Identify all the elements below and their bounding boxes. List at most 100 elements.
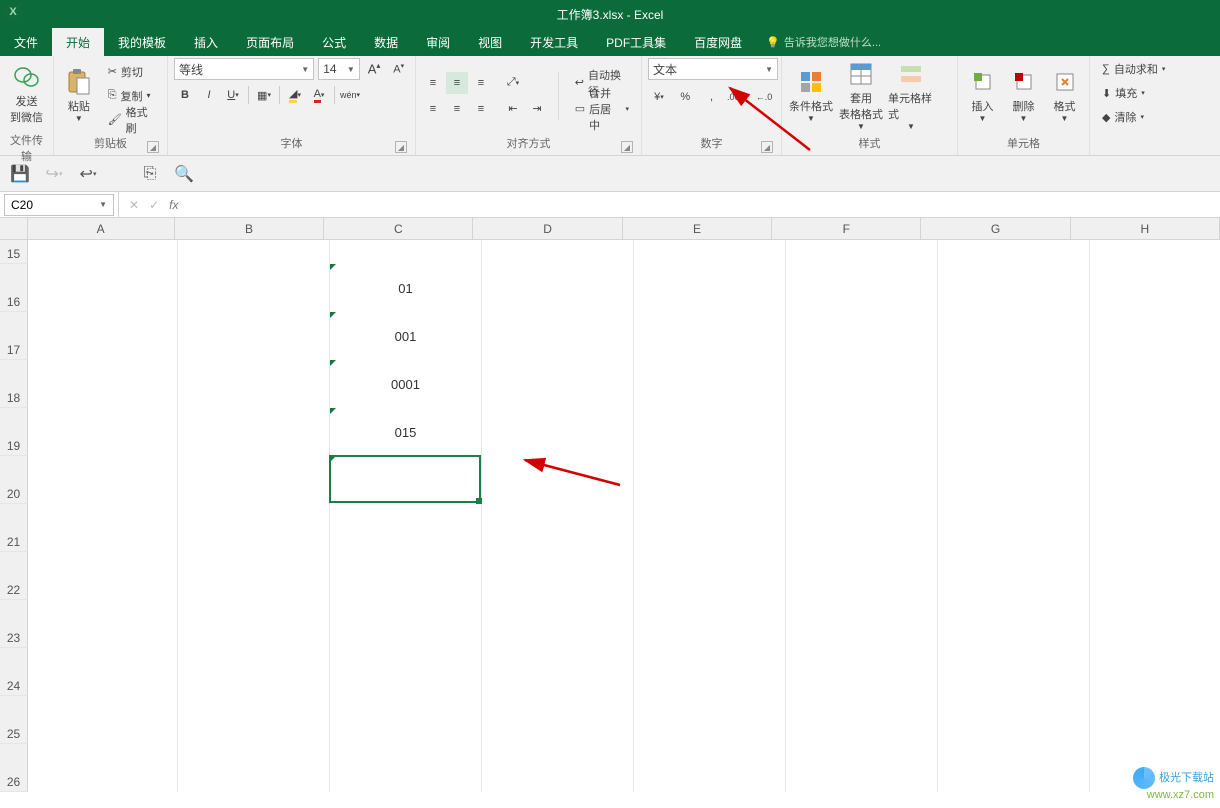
cell[interactable] — [330, 504, 482, 552]
cell[interactable] — [786, 504, 938, 552]
cell[interactable] — [178, 456, 330, 504]
increase-indent-button[interactable]: ⇥ — [526, 98, 548, 120]
cell[interactable] — [634, 360, 786, 408]
row-header[interactable]: 21 — [0, 504, 28, 552]
cell[interactable] — [1090, 240, 1220, 264]
cell[interactable] — [938, 504, 1090, 552]
cell[interactable] — [786, 360, 938, 408]
cell[interactable] — [1090, 264, 1220, 312]
font-name-combo[interactable]: 等线▼ — [174, 58, 314, 80]
cell[interactable] — [178, 552, 330, 600]
cell[interactable] — [634, 696, 786, 744]
cell[interactable] — [28, 552, 178, 600]
align-center-button[interactable]: ≡ — [446, 98, 468, 120]
align-right-button[interactable]: ≡ — [470, 98, 492, 120]
decrease-indent-button[interactable]: ⇤ — [502, 98, 524, 120]
number-format-combo[interactable]: 文本▼ — [648, 58, 778, 80]
cell[interactable] — [938, 744, 1090, 792]
qat-icon-1[interactable]: ⎘ — [140, 164, 160, 184]
cell[interactable] — [28, 264, 178, 312]
cell[interactable] — [1090, 312, 1220, 360]
cell[interactable]: 015 — [330, 408, 482, 456]
column-header[interactable]: G — [921, 218, 1070, 240]
row-header[interactable]: 19 — [0, 408, 28, 456]
cell[interactable] — [938, 456, 1090, 504]
cell[interactable] — [634, 408, 786, 456]
conditional-format-button[interactable]: 条件格式▼ — [788, 60, 834, 132]
cell[interactable]: 0001 — [330, 360, 482, 408]
cell[interactable] — [28, 360, 178, 408]
tab-baidudisk[interactable]: 百度网盘 — [680, 28, 756, 56]
cell[interactable] — [1090, 648, 1220, 696]
cell[interactable] — [178, 312, 330, 360]
tab-view[interactable]: 视图 — [464, 28, 516, 56]
cell[interactable] — [634, 648, 786, 696]
cell[interactable] — [28, 648, 178, 696]
cell[interactable] — [330, 552, 482, 600]
cell[interactable] — [634, 240, 786, 264]
cell[interactable] — [938, 408, 1090, 456]
cell[interactable] — [330, 744, 482, 792]
cell[interactable] — [1090, 360, 1220, 408]
cell[interactable] — [482, 360, 634, 408]
cell[interactable] — [482, 408, 634, 456]
cell[interactable] — [1090, 600, 1220, 648]
cell[interactable] — [938, 240, 1090, 264]
cell[interactable] — [786, 696, 938, 744]
tab-pdftools[interactable]: PDF工具集 — [592, 28, 680, 56]
cell[interactable] — [178, 240, 330, 264]
clipboard-dialog-launcher[interactable]: ◢ — [147, 141, 159, 153]
percent-format-button[interactable]: % — [674, 86, 696, 108]
merge-center-button[interactable]: ▭合并后居中▾ — [569, 98, 635, 120]
row-header[interactable]: 26 — [0, 744, 28, 792]
cell-styles-button[interactable]: 单元格样式▼ — [888, 60, 934, 132]
phonetic-button[interactable]: wén▾ — [339, 84, 361, 106]
cell[interactable] — [28, 240, 178, 264]
name-box[interactable]: C20▼ — [4, 194, 114, 216]
clear-button[interactable]: ◆清除▾ — [1096, 106, 1150, 128]
tab-insert[interactable]: 插入 — [180, 28, 232, 56]
cell[interactable] — [634, 456, 786, 504]
increase-font-button[interactable]: A▴ — [364, 58, 385, 80]
row-header[interactable]: 25 — [0, 696, 28, 744]
align-middle-button[interactable]: ≡ — [446, 72, 468, 94]
cell[interactable] — [482, 744, 634, 792]
decrease-decimal-button[interactable]: ←.0 — [753, 86, 775, 108]
fx-icon[interactable]: fx — [169, 198, 178, 212]
cell[interactable] — [178, 264, 330, 312]
autosum-button[interactable]: ∑自动求和▾ — [1096, 58, 1171, 80]
cell[interactable] — [938, 312, 1090, 360]
row-header[interactable]: 16 — [0, 264, 28, 312]
cell[interactable] — [786, 456, 938, 504]
tab-developer[interactable]: 开发工具 — [516, 28, 592, 56]
cell[interactable] — [634, 600, 786, 648]
cell[interactable] — [634, 504, 786, 552]
accounting-format-button[interactable]: ¥▾ — [648, 86, 670, 108]
cell[interactable] — [28, 744, 178, 792]
row-header[interactable]: 24 — [0, 648, 28, 696]
cell[interactable] — [634, 312, 786, 360]
enter-formula-button[interactable]: ✓ — [149, 198, 159, 212]
row-header[interactable]: 22 — [0, 552, 28, 600]
column-header[interactable]: A — [28, 218, 175, 240]
cell[interactable] — [634, 264, 786, 312]
cell[interactable] — [938, 264, 1090, 312]
cell[interactable] — [634, 552, 786, 600]
cell[interactable] — [786, 744, 938, 792]
cell[interactable] — [482, 456, 634, 504]
fill-color-button[interactable]: ◢▾ — [284, 84, 306, 106]
cell[interactable] — [786, 408, 938, 456]
format-cells-button[interactable]: 格式▼ — [1046, 60, 1083, 132]
cell[interactable] — [330, 648, 482, 696]
column-header[interactable]: H — [1071, 218, 1220, 240]
column-header[interactable]: E — [623, 218, 772, 240]
cell[interactable] — [28, 408, 178, 456]
decrease-font-button[interactable]: A▾ — [388, 58, 409, 80]
cell[interactable]: 001 — [330, 312, 482, 360]
column-header[interactable]: D — [473, 218, 622, 240]
tab-mytemplates[interactable]: 我的模板 — [104, 28, 180, 56]
cell[interactable] — [28, 504, 178, 552]
worksheet[interactable]: ABCDEFGH15160117001180001190152021222324… — [0, 218, 1220, 808]
cell[interactable] — [28, 696, 178, 744]
cell[interactable] — [1090, 552, 1220, 600]
